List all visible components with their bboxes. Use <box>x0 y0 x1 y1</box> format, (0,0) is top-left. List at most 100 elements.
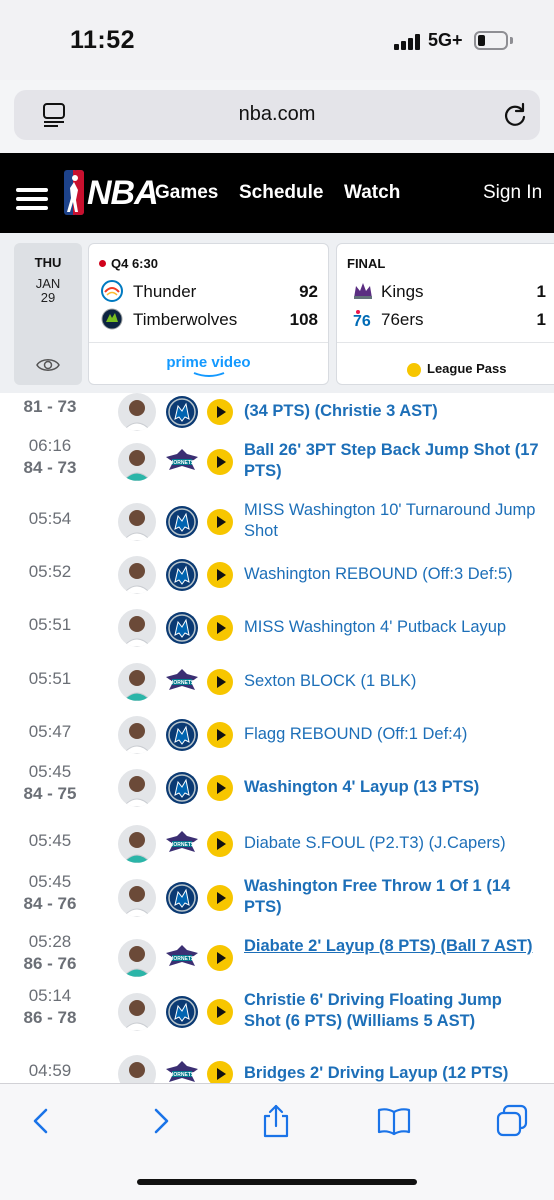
back-icon[interactable] <box>24 1104 58 1138</box>
play-description-link[interactable]: Christie 6' Driving Floating Jump Shot (… <box>244 990 540 1032</box>
mavericks-logo-icon <box>166 882 198 914</box>
mavericks-logo-icon <box>166 719 198 751</box>
card-divider <box>337 342 554 343</box>
play-video-button[interactable] <box>207 722 233 748</box>
date-month: JAN <box>35 276 61 291</box>
play-video-button[interactable] <box>207 615 233 641</box>
safari-page: 11:52 5G+ nba.com NBA Games Schedule Wat… <box>0 0 554 1200</box>
team-name: 76ers <box>381 310 424 329</box>
play-video-button[interactable] <box>207 449 233 475</box>
play-row[interactable]: 05:51 HORNETS Sexton BLOCK (1 BLK) <box>0 655 554 709</box>
svg-text:HORNETS: HORNETS <box>170 1072 195 1078</box>
mavericks-logo-icon <box>166 506 198 538</box>
nba-wordmark[interactable]: NBA <box>87 174 159 213</box>
play-description-link[interactable]: Ball 26' 3PT Step Back Jump Shot (17 PTS… <box>244 440 540 482</box>
prime-smile-icon <box>193 372 225 377</box>
player-headshot[interactable] <box>118 825 156 863</box>
player-headshot[interactable] <box>118 716 156 754</box>
play-description-link[interactable]: Washington Free Throw 1 Of 1 (14 PTS) <box>244 876 540 918</box>
play-time: 05:54 <box>28 509 72 528</box>
svg-text:76: 76 <box>353 313 371 330</box>
play-video-button[interactable] <box>207 1061 233 1083</box>
play-video-button[interactable] <box>207 999 233 1025</box>
play-row[interactable]: 05:47 Flagg REBOUND (Off:1 Def:4) <box>0 708 554 762</box>
player-headshot[interactable] <box>118 663 156 701</box>
play-video-button[interactable] <box>207 831 233 857</box>
play-row[interactable]: 05:14 86 - 78 Christie 6' Driving Floating… <box>0 985 554 1039</box>
player-headshot[interactable] <box>118 939 156 977</box>
menu-icon[interactable] <box>16 188 48 210</box>
forward-icon[interactable] <box>144 1104 178 1138</box>
play-description-link[interactable]: MISS Washington 4' Putback Layup <box>244 617 540 638</box>
play-description-link[interactable]: Bridges 2' Driving Layup (12 PTS) <box>244 1063 540 1083</box>
timberwolves-logo-icon <box>101 308 123 330</box>
play-row[interactable]: 81 - 73 (34 PTS) (Christie 3 AST) <box>0 393 554 439</box>
play-row[interactable]: 06:16 84 - 73 HORNETS Ball 26' 3PT Step Bac… <box>0 435 554 489</box>
player-headshot[interactable] <box>118 393 156 431</box>
play-row[interactable]: 05:54 MISS Washington 10' Turnaround Jump… <box>0 495 554 549</box>
play-row[interactable]: 05:51 MISS Washington 4' Putback Layup <box>0 601 554 655</box>
tabs-icon[interactable] <box>495 1104 529 1138</box>
play-video-button[interactable] <box>207 885 233 911</box>
play-row[interactable]: 05:45 HORNETS Diabate S.FOUL (P2.T3) (J.Ca… <box>0 817 554 871</box>
team-score: 92 <box>299 282 318 301</box>
play-description-link[interactable]: Diabate 2' Layup (8 PTS) (Ball 7 AST) <box>244 936 540 957</box>
sign-in-link[interactable]: Sign In <box>483 182 542 204</box>
game-card-thunder-timberwolves[interactable]: Q4 6:30 Thunder 92 Timberwolves 108 prim… <box>88 243 329 385</box>
hornets-logo-icon: HORNETS <box>166 669 198 690</box>
player-headshot[interactable] <box>118 769 156 807</box>
play-score: 84 - 76 <box>23 894 77 913</box>
eye-icon[interactable] <box>36 357 60 373</box>
address-bar[interactable]: nba.com <box>14 90 540 140</box>
thunder-logo-icon <box>101 280 123 302</box>
player-headshot[interactable] <box>118 503 156 541</box>
play-row[interactable]: 05:45 84 - 75 Washington 4' Layup (13 PTS) <box>0 761 554 815</box>
play-video-button[interactable] <box>207 669 233 695</box>
play-time: 05:28 <box>28 932 72 951</box>
play-time: 04:59 <box>28 1061 72 1080</box>
play-row[interactable]: 05:52 Washington REBOUND (Off:3 Def:5) <box>0 548 554 602</box>
play-description-link[interactable]: (34 PTS) (Christie 3 AST) <box>244 401 540 422</box>
reload-icon[interactable] <box>502 102 528 128</box>
svg-text:HORNETS: HORNETS <box>170 956 195 962</box>
game-card-kings-76ers[interactable]: FINAL Kings 1 76 76ers 1 League Pass <box>336 243 554 385</box>
card-divider <box>89 342 328 343</box>
play-time: 06:16 <box>28 436 72 455</box>
live-indicator-icon <box>99 260 106 267</box>
play-row[interactable]: 05:28 86 - 76 HORNETS Diabate 2' Layup (8 P… <box>0 931 554 985</box>
player-headshot[interactable] <box>118 556 156 594</box>
play-time: 05:45 <box>28 872 72 891</box>
play-description-link[interactable]: MISS Washington 10' Turnaround Jump Shot <box>244 500 540 542</box>
hornets-logo-icon: HORNETS <box>166 1061 198 1082</box>
team-score: 1 <box>536 282 546 301</box>
nav-watch[interactable]: Watch <box>344 182 400 204</box>
player-headshot[interactable] <box>118 609 156 647</box>
player-headshot[interactable] <box>118 443 156 481</box>
play-description-link[interactable]: Diabate S.FOUL (P2.T3) (J.Capers) <box>244 833 540 854</box>
play-description-link[interactable]: Washington 4' Layup (13 PTS) <box>244 777 540 798</box>
play-time: 05:52 <box>28 562 72 581</box>
player-headshot[interactable] <box>118 879 156 917</box>
share-icon[interactable] <box>259 1104 293 1138</box>
mavericks-logo-icon <box>166 772 198 804</box>
play-description-link[interactable]: Sexton BLOCK (1 BLK) <box>244 671 540 692</box>
play-video-button[interactable] <box>207 562 233 588</box>
player-headshot[interactable] <box>118 1055 156 1083</box>
nav-games[interactable]: Games <box>155 182 218 204</box>
play-video-button[interactable] <box>207 945 233 971</box>
nba-logo-icon[interactable] <box>64 170 84 215</box>
player-headshot[interactable] <box>118 993 156 1031</box>
play-row[interactable]: 05:45 84 - 76 Washington Free Throw 1 Of 1… <box>0 871 554 925</box>
hornets-logo-icon: HORNETS <box>166 945 198 966</box>
play-video-button[interactable] <box>207 775 233 801</box>
play-description-link[interactable]: Washington REBOUND (Off:3 Def:5) <box>244 564 540 585</box>
date-selector[interactable]: THU JAN 29 <box>14 243 82 385</box>
play-score: 86 - 78 <box>23 1008 77 1027</box>
play-video-button[interactable] <box>207 399 233 425</box>
play-row[interactable]: 04:59 HORNETS Bridges 2' Driving Layup (12… <box>0 1047 554 1083</box>
bookmarks-icon[interactable] <box>377 1104 411 1138</box>
play-description-link[interactable]: Flagg REBOUND (Off:1 Def:4) <box>244 724 540 745</box>
nav-schedule[interactable]: Schedule <box>239 182 323 204</box>
play-video-button[interactable] <box>207 509 233 535</box>
76ers-logo-icon: 76 <box>353 310 371 330</box>
